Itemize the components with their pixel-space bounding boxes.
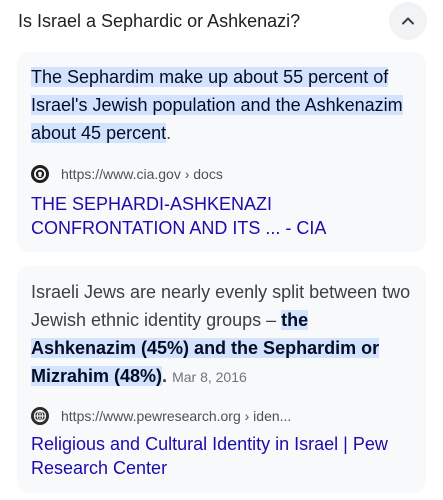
result-title-link[interactable]: Religious and Cultural Identity in Israe… bbox=[31, 432, 416, 480]
collapse-button[interactable] bbox=[389, 2, 427, 40]
question-text: Is Israel a Sephardic or Ashkenazi? bbox=[18, 11, 301, 31]
question-header[interactable]: Is Israel a Sephardic or Ashkenazi? bbox=[0, 0, 443, 44]
snippet-lead: Israeli Jews are nearly evenly split bet… bbox=[31, 282, 411, 330]
snippet-tail: . bbox=[162, 366, 168, 386]
result-title-link[interactable]: THE SEPHARDI-ASHKENAZI CONFRONTATION AND… bbox=[31, 192, 416, 240]
snippet-tail: . bbox=[166, 123, 172, 143]
result-url: https://www.cia.gov › docs bbox=[61, 166, 223, 182]
result-snippet: Israeli Jews are nearly evenly split bet… bbox=[31, 278, 411, 391]
snippet-date: Mar 8, 2016 bbox=[172, 369, 247, 385]
result-source[interactable]: https://www.pewresearch.org › iden... bbox=[31, 406, 291, 426]
pew-globe-icon bbox=[31, 407, 49, 425]
result-url: https://www.pewresearch.org › iden... bbox=[61, 408, 292, 424]
snippet-highlight: The Sephardim make up about 55 percent o… bbox=[31, 67, 403, 143]
result-card: The Sephardim make up about 55 percent o… bbox=[17, 52, 426, 252]
chevron-up-icon bbox=[402, 17, 414, 25]
cia-seal-icon bbox=[31, 165, 49, 183]
result-card: Israeli Jews are nearly evenly split bet… bbox=[17, 266, 426, 493]
result-source[interactable]: https://www.cia.gov › docs bbox=[31, 164, 223, 184]
result-snippet: The Sephardim make up about 55 percent o… bbox=[31, 63, 411, 147]
